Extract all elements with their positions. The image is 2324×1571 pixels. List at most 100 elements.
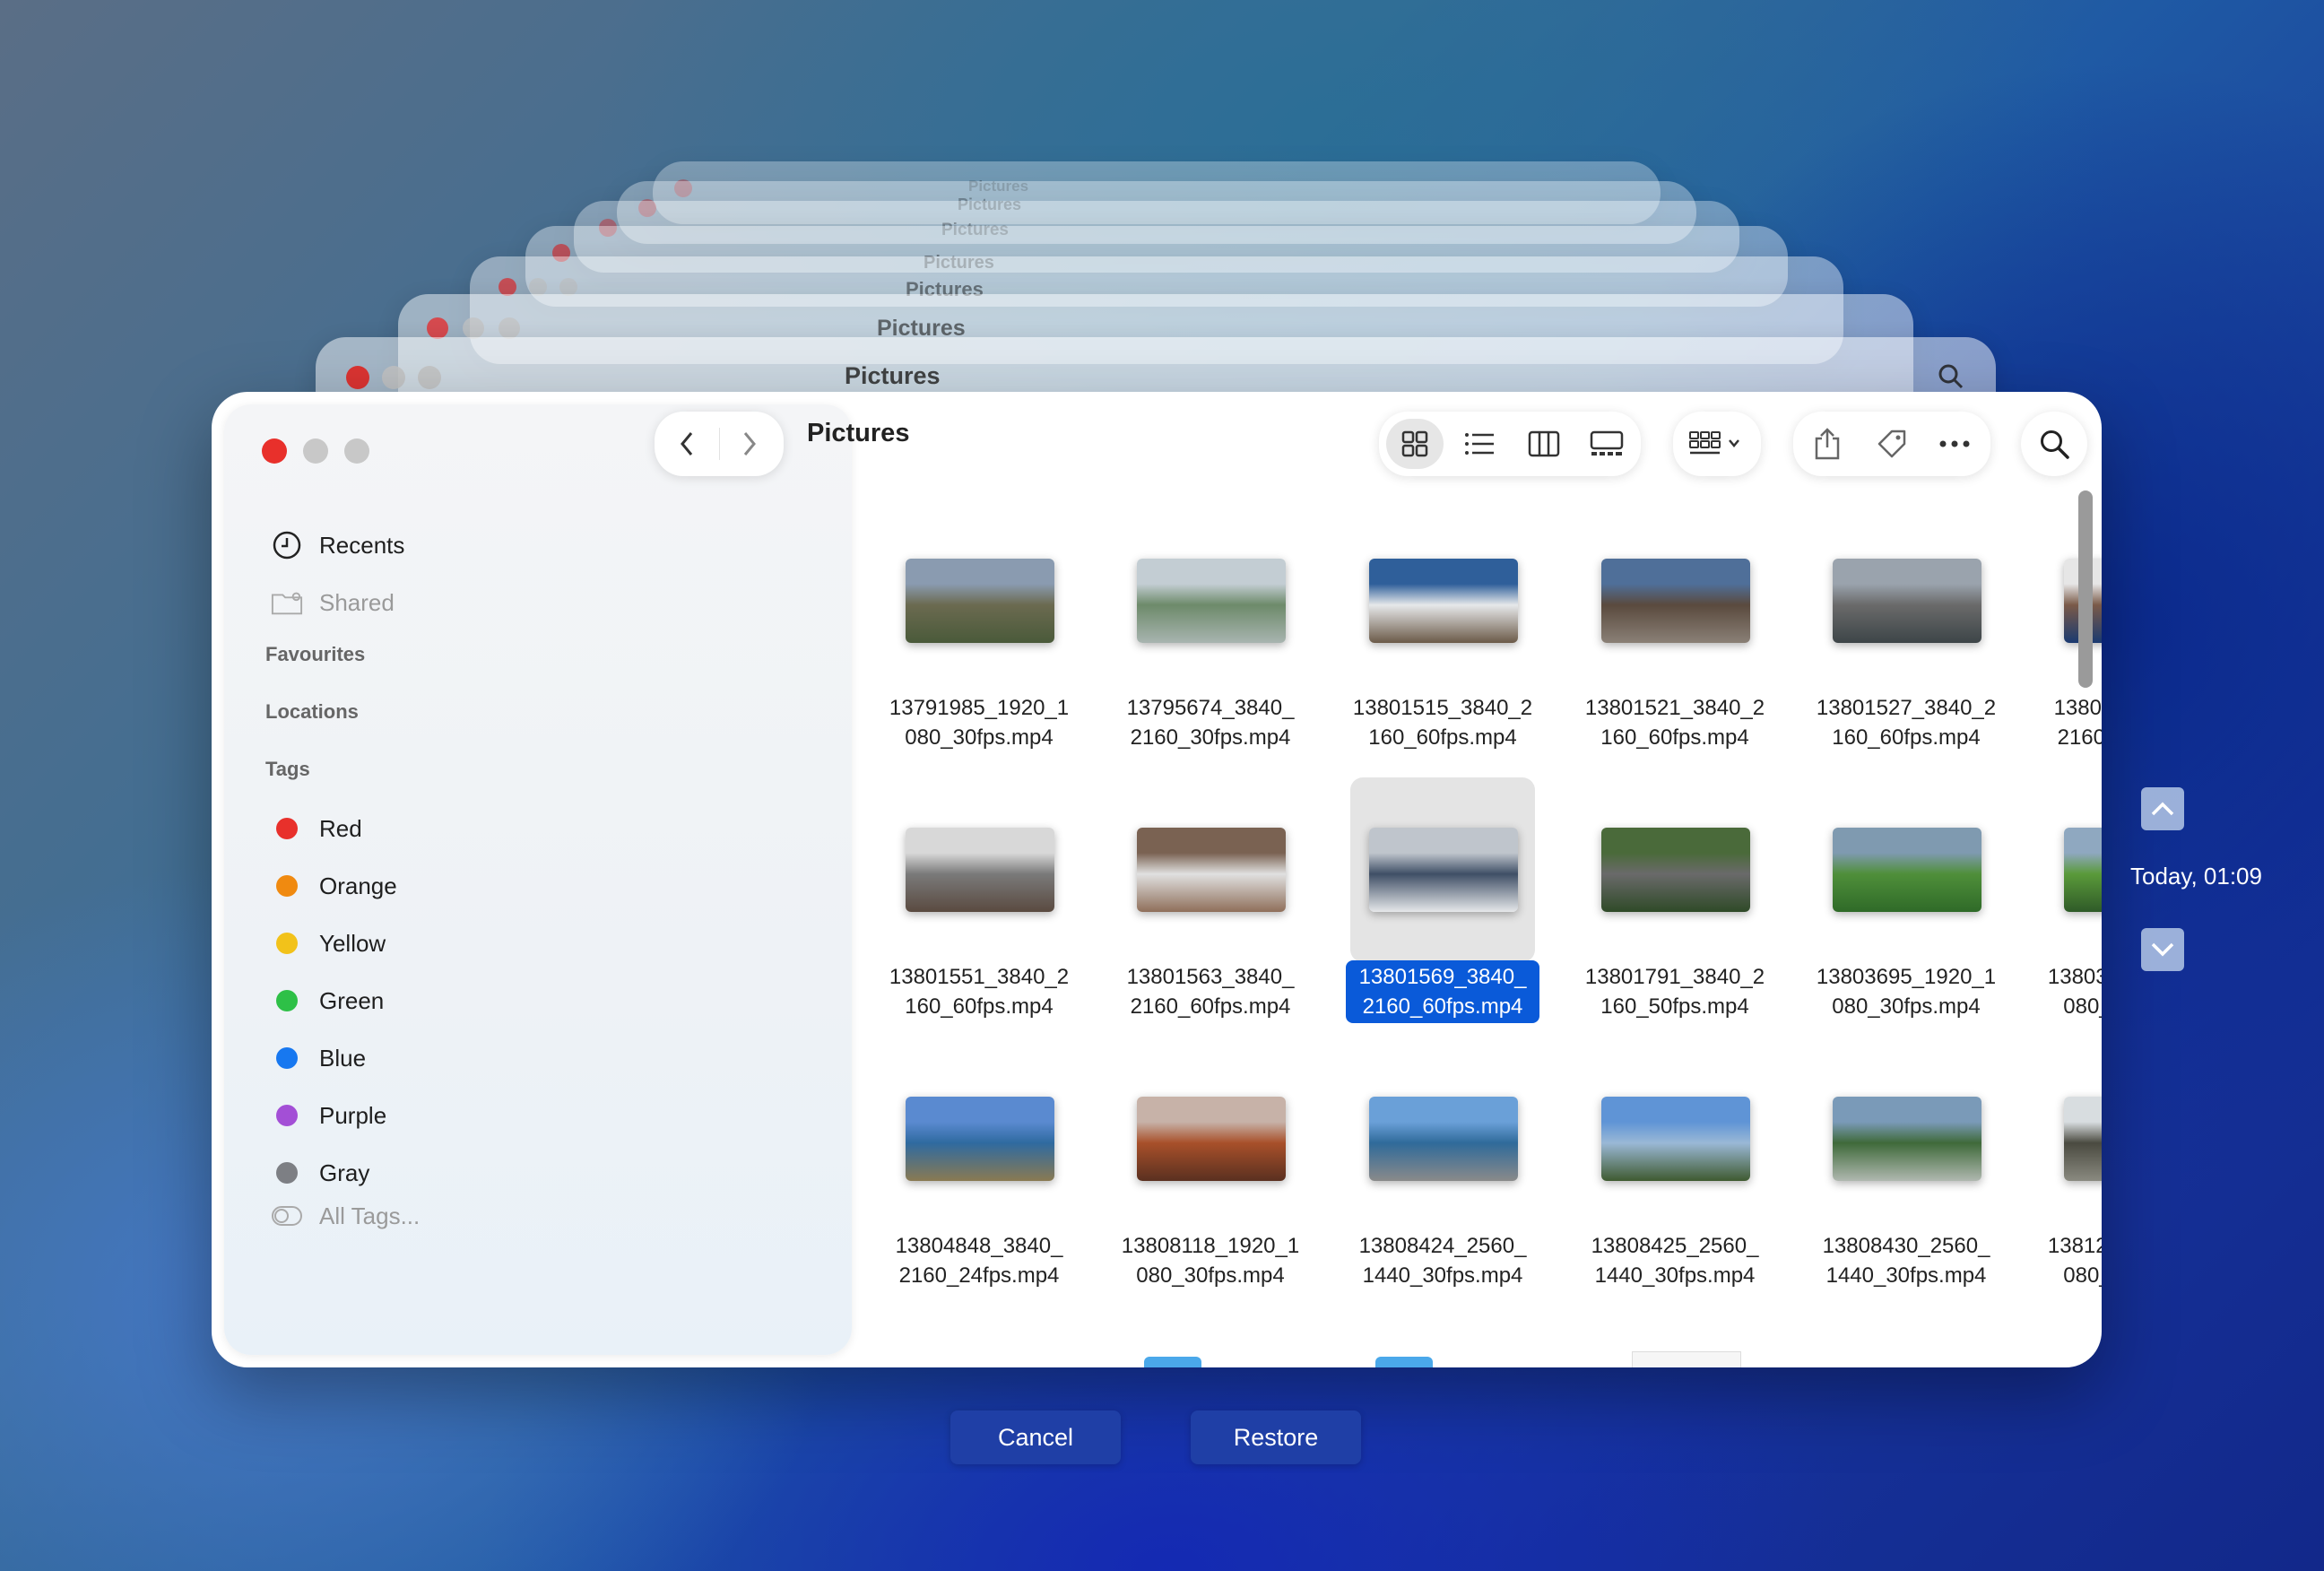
sidebar-item-label: All Tags... xyxy=(319,1202,421,1229)
file-name: 13808424_2560_ 1440_30fps.mp4 xyxy=(1358,1234,1527,1288)
list-view-icon xyxy=(1465,433,1494,455)
file-grid: 13791985_1920_1 080_30fps.mp4 13795674_38… xyxy=(875,490,2102,1367)
close-button[interactable] xyxy=(262,438,287,464)
file-item[interactable]: 13804848_3840_ 2160_24fps.mp4 xyxy=(880,1046,1078,1298)
file-name: 13801551_3840_2 160_60fps.mp4 xyxy=(889,965,1070,1019)
forward-button[interactable] xyxy=(728,422,771,465)
tag-color-dot-icon xyxy=(271,985,303,1017)
sidebar-item-shared[interactable]: Shared xyxy=(271,580,395,625)
sidebar-item-tag-blue[interactable]: Blue xyxy=(271,1036,366,1081)
cancel-button[interactable]: Cancel xyxy=(950,1410,1121,1464)
video-thumbnail xyxy=(1601,828,1750,912)
sidebar-item-tag-purple[interactable]: Purple xyxy=(271,1093,386,1138)
sidebar: Recents Shared Favourites Locations Tags… xyxy=(224,404,852,1355)
tag-icon xyxy=(1877,430,1906,458)
sidebar-item-label: Gray xyxy=(319,1159,370,1186)
sidebar-item-tag-red[interactable]: Red xyxy=(271,806,362,851)
scrollbar-thumb[interactable] xyxy=(2078,490,2093,688)
file-item[interactable]: 13791985_1920_1 080_30fps.mp4 xyxy=(880,508,1078,759)
tag-color-dot-icon xyxy=(271,927,303,959)
section-header-tags[interactable]: Tags xyxy=(265,758,310,781)
sidebar-item-recents[interactable]: Recents xyxy=(271,523,404,568)
video-thumbnail xyxy=(1601,1097,1750,1181)
tag-color-dot-icon xyxy=(271,1157,303,1189)
file-item[interactable]: 13801551_3840_2 160_60fps.mp4 xyxy=(880,777,1078,1029)
sidebar-item-tag-orange[interactable]: Orange xyxy=(271,864,397,908)
file-item[interactable]: 13801527_3840_2 160_60fps.mp4 xyxy=(1808,508,2005,759)
timeline-down-button[interactable] xyxy=(2141,928,2184,971)
group-by-button[interactable] xyxy=(1673,412,1761,476)
video-thumbnail xyxy=(1833,1097,1981,1181)
tag-color-dot-icon xyxy=(271,1042,303,1074)
video-thumbnail xyxy=(906,828,1054,912)
file-name: 13795674_3840_ 2160_30fps.mp4 xyxy=(1126,696,1295,750)
chevron-right-icon xyxy=(743,432,756,456)
timeline-up-button[interactable] xyxy=(2141,787,2184,830)
file-name: 13808425_2560_ 1440_30fps.mp4 xyxy=(1591,1234,1759,1288)
share-button[interactable] xyxy=(1802,419,1852,469)
view-switcher xyxy=(1379,412,1641,476)
sidebar-item-all-tags[interactable]: All Tags... xyxy=(271,1193,420,1238)
file-item[interactable]: 13808430_2560_ 1440_30fps.mp4 xyxy=(1808,1046,2005,1298)
grid-view-icon xyxy=(1401,430,1428,457)
file-item[interactable]: 13801569_3840_ 2160_60fps.mp4 xyxy=(1344,777,1541,1029)
tag-color-dot-icon xyxy=(271,1099,303,1132)
chevron-left-icon xyxy=(681,432,693,456)
chevron-up-icon xyxy=(2151,802,2174,816)
video-thumbnail xyxy=(1137,828,1286,912)
file-item[interactable]: 13808118_1920_1 080_30fps.mp4 xyxy=(1112,1046,1309,1298)
restore-button[interactable]: Restore xyxy=(1191,1410,1361,1464)
file-item[interactable]: 13803695_1920_1 080_30fps.mp4 xyxy=(1808,777,2005,1029)
scrollbar[interactable] xyxy=(2078,490,2093,1351)
search-button[interactable] xyxy=(2021,412,2087,476)
sidebar-item-label: Red xyxy=(319,814,362,842)
actions-group xyxy=(1793,412,1990,476)
video-thumbnail xyxy=(906,559,1054,643)
back-forward-group xyxy=(655,412,784,476)
zoom-button[interactable] xyxy=(344,438,369,464)
video-thumbnail xyxy=(1601,559,1750,643)
tag-color-dot-icon xyxy=(271,870,303,902)
file-item[interactable]: 13795674_3840_ 2160_30fps.mp4 xyxy=(1112,508,1309,759)
file-item[interactable]: 13801791_3840_2 160_50fps.mp4 xyxy=(1576,777,1773,1029)
sidebar-item-tag-yellow[interactable]: Yellow xyxy=(271,921,386,966)
group-by-icon xyxy=(1686,424,1748,464)
all-tags-icon xyxy=(271,1200,303,1232)
sidebar-item-label: Purple xyxy=(319,1101,387,1129)
section-header-favourites[interactable]: Favourites xyxy=(265,643,365,666)
minimize-button[interactable] xyxy=(303,438,328,464)
file-item[interactable]: 13801563_3840_ 2160_60fps.mp4 xyxy=(1112,777,1309,1029)
file-name: 13801521_3840_2 160_60fps.mp4 xyxy=(1584,696,1765,750)
file-name: 13801569_3840_ 2160_60fps.mp4 xyxy=(1346,960,1539,1023)
ghost-title: Pictures xyxy=(845,362,941,389)
sidebar-item-label: Blue xyxy=(319,1044,367,1072)
shared-folder-icon xyxy=(271,586,303,619)
back-button[interactable] xyxy=(665,422,708,465)
video-thumbnail xyxy=(1833,828,1981,912)
search-icon xyxy=(2036,426,2072,462)
file-item[interactable]: 13801515_3840_2 160_60fps.mp4 xyxy=(1344,508,1541,759)
search-icon xyxy=(1938,364,1964,389)
timeline-date-label: Today, 01:09 xyxy=(2130,863,2262,890)
tag-color-dot-icon xyxy=(271,812,303,845)
video-thumbnail xyxy=(1833,559,1981,643)
column-view-button[interactable] xyxy=(1515,419,1573,469)
file-name: 13804848_3840_ 2160_24fps.mp4 xyxy=(895,1234,1063,1288)
share-icon xyxy=(1815,428,1840,460)
file-name: 13803695_1920_1 080_30fps.mp4 xyxy=(1816,965,1997,1019)
sidebar-item-label: Yellow xyxy=(319,929,386,957)
list-view-button[interactable] xyxy=(1451,419,1508,469)
sidebar-item-tag-gray[interactable]: Gray xyxy=(271,1150,369,1195)
more-button[interactable] xyxy=(1929,419,1980,469)
video-thumbnail xyxy=(1369,1097,1518,1181)
grid-view-button[interactable] xyxy=(1386,419,1444,469)
section-header-locations[interactable]: Locations xyxy=(265,700,359,724)
finder-window: Recents Shared Favourites Locations Tags… xyxy=(212,392,2102,1367)
video-thumbnail xyxy=(906,1097,1054,1181)
tag-button[interactable] xyxy=(1867,419,1917,469)
file-item[interactable]: 13808425_2560_ 1440_30fps.mp4 xyxy=(1576,1046,1773,1298)
sidebar-item-tag-green[interactable]: Green xyxy=(271,978,384,1023)
file-item[interactable]: 13808424_2560_ 1440_30fps.mp4 xyxy=(1344,1046,1541,1298)
file-item[interactable]: 13801521_3840_2 160_60fps.mp4 xyxy=(1576,508,1773,759)
gallery-view-button[interactable] xyxy=(1578,419,1635,469)
